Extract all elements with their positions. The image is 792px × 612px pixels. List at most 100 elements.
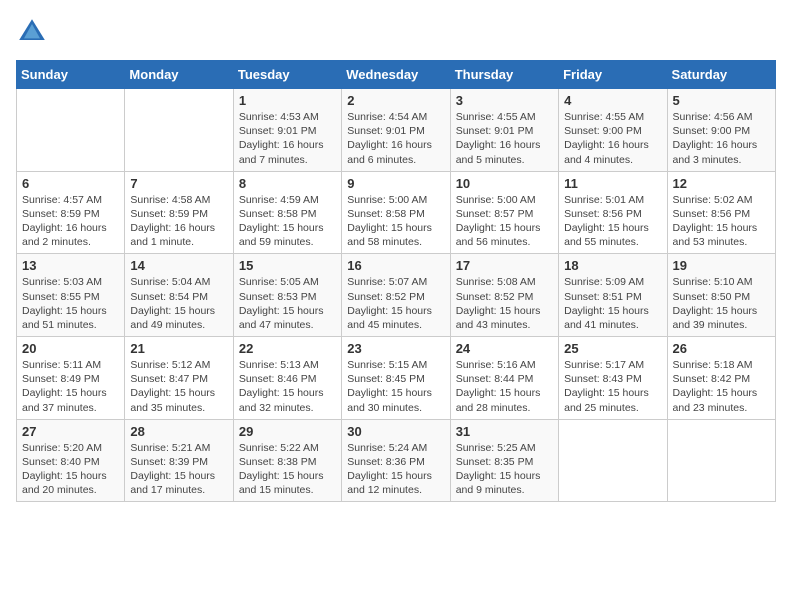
calendar-cell: 3 Sunrise: 4:55 AMSunset: 9:01 PMDaylight… — [450, 89, 558, 172]
calendar-cell: 16 Sunrise: 5:07 AMSunset: 8:52 PMDayligh… — [342, 254, 450, 337]
day-info: Sunrise: 5:07 AMSunset: 8:52 PMDaylight:… — [347, 275, 444, 332]
calendar-cell: 23 Sunrise: 5:15 AMSunset: 8:45 PMDayligh… — [342, 337, 450, 420]
calendar-cell: 6 Sunrise: 4:57 AMSunset: 8:59 PMDaylight… — [17, 171, 125, 254]
day-info: Sunrise: 5:05 AMSunset: 8:53 PMDaylight:… — [239, 275, 336, 332]
day-info: Sunrise: 5:11 AMSunset: 8:49 PMDaylight:… — [22, 358, 119, 415]
day-info: Sunrise: 5:04 AMSunset: 8:54 PMDaylight:… — [130, 275, 227, 332]
day-info: Sunrise: 5:03 AMSunset: 8:55 PMDaylight:… — [22, 275, 119, 332]
calendar-cell: 20 Sunrise: 5:11 AMSunset: 8:49 PMDayligh… — [17, 337, 125, 420]
day-info: Sunrise: 4:54 AMSunset: 9:01 PMDaylight:… — [347, 110, 444, 167]
calendar-week-2: 6 Sunrise: 4:57 AMSunset: 8:59 PMDaylight… — [17, 171, 776, 254]
day-number: 29 — [239, 424, 336, 439]
calendar-week-4: 20 Sunrise: 5:11 AMSunset: 8:49 PMDayligh… — [17, 337, 776, 420]
day-number: 23 — [347, 341, 444, 356]
day-number: 5 — [673, 93, 770, 108]
day-number: 24 — [456, 341, 553, 356]
day-info: Sunrise: 5:08 AMSunset: 8:52 PMDaylight:… — [456, 275, 553, 332]
calendar-cell: 1Sunrise: 4:53 AMSunset: 9:01 PMDaylight… — [233, 89, 341, 172]
day-number: 3 — [456, 93, 553, 108]
calendar-cell: 14 Sunrise: 5:04 AMSunset: 8:54 PMDayligh… — [125, 254, 233, 337]
day-info: Sunrise: 5:25 AMSunset: 8:35 PMDaylight:… — [456, 441, 553, 498]
calendar-cell: 11 Sunrise: 5:01 AMSunset: 8:56 PMDayligh… — [559, 171, 667, 254]
day-info: Sunrise: 5:15 AMSunset: 8:45 PMDaylight:… — [347, 358, 444, 415]
day-info: Sunrise: 4:59 AMSunset: 8:58 PMDaylight:… — [239, 193, 336, 250]
calendar-cell — [667, 419, 775, 502]
calendar-cell — [559, 419, 667, 502]
day-number: 19 — [673, 258, 770, 273]
day-number: 22 — [239, 341, 336, 356]
day-number: 26 — [673, 341, 770, 356]
day-number: 7 — [130, 176, 227, 191]
day-info: Sunrise: 5:09 AMSunset: 8:51 PMDaylight:… — [564, 275, 661, 332]
calendar-cell: 17 Sunrise: 5:08 AMSunset: 8:52 PMDayligh… — [450, 254, 558, 337]
page-header — [16, 16, 776, 48]
day-info: Sunrise: 5:13 AMSunset: 8:46 PMDaylight:… — [239, 358, 336, 415]
calendar-cell: 29Sunrise: 5:22 AMSunset: 8:38 PMDayligh… — [233, 419, 341, 502]
calendar-cell: 26 Sunrise: 5:18 AMSunset: 8:42 PMDayligh… — [667, 337, 775, 420]
calendar-cell: 12 Sunrise: 5:02 AMSunset: 8:56 PMDayligh… — [667, 171, 775, 254]
day-number: 9 — [347, 176, 444, 191]
day-number: 8 — [239, 176, 336, 191]
day-info: Sunrise: 5:18 AMSunset: 8:42 PMDaylight:… — [673, 358, 770, 415]
day-header-sunday: Sunday — [17, 61, 125, 89]
day-info: Sunrise: 4:58 AMSunset: 8:59 PMDaylight:… — [130, 193, 227, 250]
day-info: Sunrise: 4:56 AMSunset: 9:00 PMDaylight:… — [673, 110, 770, 167]
calendar-cell: 28 Sunrise: 5:21 AMSunset: 8:39 PMDayligh… — [125, 419, 233, 502]
day-number: 16 — [347, 258, 444, 273]
day-info: Sunrise: 5:16 AMSunset: 8:44 PMDaylight:… — [456, 358, 553, 415]
day-info: Sunrise: 5:17 AMSunset: 8:43 PMDaylight:… — [564, 358, 661, 415]
calendar-cell: 31 Sunrise: 5:25 AMSunset: 8:35 PMDayligh… — [450, 419, 558, 502]
day-number: 14 — [130, 258, 227, 273]
day-number: 4 — [564, 93, 661, 108]
calendar-week-3: 13 Sunrise: 5:03 AMSunset: 8:55 PMDayligh… — [17, 254, 776, 337]
calendar-week-1: 1Sunrise: 4:53 AMSunset: 9:01 PMDaylight… — [17, 89, 776, 172]
calendar-cell — [17, 89, 125, 172]
calendar-cell: 25Sunrise: 5:17 AMSunset: 8:43 PMDayligh… — [559, 337, 667, 420]
calendar-cell: 30Sunrise: 5:24 AMSunset: 8:36 PMDayligh… — [342, 419, 450, 502]
day-info: Sunrise: 4:57 AMSunset: 8:59 PMDaylight:… — [22, 193, 119, 250]
calendar-header-row: SundayMondayTuesdayWednesdayThursdayFrid… — [17, 61, 776, 89]
day-info: Sunrise: 4:55 AMSunset: 9:00 PMDaylight:… — [564, 110, 661, 167]
calendar-table: SundayMondayTuesdayWednesdayThursdayFrid… — [16, 60, 776, 502]
logo — [16, 16, 52, 48]
day-header-friday: Friday — [559, 61, 667, 89]
day-number: 15 — [239, 258, 336, 273]
calendar-cell: 21 Sunrise: 5:12 AMSunset: 8:47 PMDayligh… — [125, 337, 233, 420]
day-number: 12 — [673, 176, 770, 191]
calendar-cell: 27 Sunrise: 5:20 AMSunset: 8:40 PMDayligh… — [17, 419, 125, 502]
day-info: Sunrise: 5:21 AMSunset: 8:39 PMDaylight:… — [130, 441, 227, 498]
calendar-cell: 9Sunrise: 5:00 AMSunset: 8:58 PMDaylight… — [342, 171, 450, 254]
day-info: Sunrise: 5:10 AMSunset: 8:50 PMDaylight:… — [673, 275, 770, 332]
day-number: 27 — [22, 424, 119, 439]
calendar-cell: 4 Sunrise: 4:55 AMSunset: 9:00 PMDaylight… — [559, 89, 667, 172]
day-number: 28 — [130, 424, 227, 439]
day-header-tuesday: Tuesday — [233, 61, 341, 89]
day-number: 11 — [564, 176, 661, 191]
day-number: 6 — [22, 176, 119, 191]
day-info: Sunrise: 5:12 AMSunset: 8:47 PMDaylight:… — [130, 358, 227, 415]
logo-icon — [16, 16, 48, 48]
day-header-thursday: Thursday — [450, 61, 558, 89]
day-info: Sunrise: 5:00 AMSunset: 8:57 PMDaylight:… — [456, 193, 553, 250]
day-number: 21 — [130, 341, 227, 356]
day-info: Sunrise: 4:55 AMSunset: 9:01 PMDaylight:… — [456, 110, 553, 167]
calendar-cell: 24 Sunrise: 5:16 AMSunset: 8:44 PMDayligh… — [450, 337, 558, 420]
day-number: 31 — [456, 424, 553, 439]
day-number: 2 — [347, 93, 444, 108]
day-number: 17 — [456, 258, 553, 273]
day-number: 20 — [22, 341, 119, 356]
day-header-monday: Monday — [125, 61, 233, 89]
calendar-cell: 5 Sunrise: 4:56 AMSunset: 9:00 PMDaylight… — [667, 89, 775, 172]
day-header-wednesday: Wednesday — [342, 61, 450, 89]
day-header-saturday: Saturday — [667, 61, 775, 89]
calendar-cell: 10 Sunrise: 5:00 AMSunset: 8:57 PMDayligh… — [450, 171, 558, 254]
calendar-cell: 8 Sunrise: 4:59 AMSunset: 8:58 PMDaylight… — [233, 171, 341, 254]
day-number: 30 — [347, 424, 444, 439]
day-info: Sunrise: 5:20 AMSunset: 8:40 PMDaylight:… — [22, 441, 119, 498]
calendar-week-5: 27 Sunrise: 5:20 AMSunset: 8:40 PMDayligh… — [17, 419, 776, 502]
calendar-cell: 13 Sunrise: 5:03 AMSunset: 8:55 PMDayligh… — [17, 254, 125, 337]
day-info: Sunrise: 5:02 AMSunset: 8:56 PMDaylight:… — [673, 193, 770, 250]
day-info: Sunrise: 5:01 AMSunset: 8:56 PMDaylight:… — [564, 193, 661, 250]
day-number: 10 — [456, 176, 553, 191]
day-number: 13 — [22, 258, 119, 273]
